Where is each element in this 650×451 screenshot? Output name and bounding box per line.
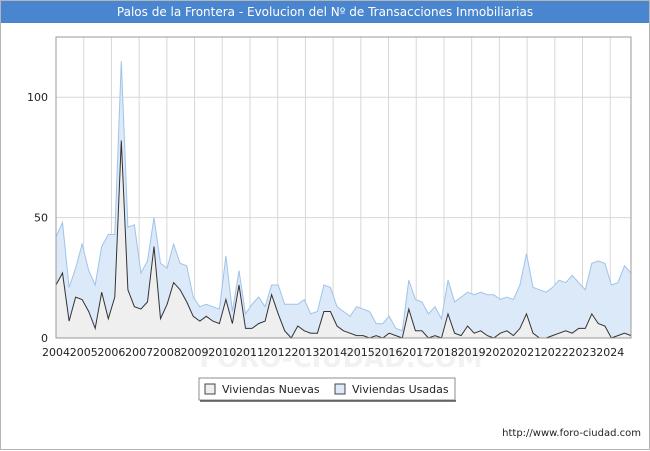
legend-label-nuevas: Viviendas Nuevas <box>222 383 320 396</box>
x-tick-label: 2004 <box>42 346 70 359</box>
source-credit: http://www.foro-ciudad.com <box>502 428 641 439</box>
x-tick-label: 2008 <box>153 346 181 359</box>
legend-label-usadas: Viviendas Usadas <box>352 383 449 396</box>
legend: Viviendas Nuevas Viviendas Usadas <box>198 377 456 402</box>
x-tick-label: 2024 <box>596 346 624 359</box>
y-tick-label: 0 <box>41 332 48 345</box>
x-tick-label: 2006 <box>97 346 125 359</box>
series-area-viviendas-usadas <box>56 61 631 338</box>
x-tick-label: 2020 <box>485 346 513 359</box>
x-tick-label: 2009 <box>181 346 209 359</box>
legend-swatch-nuevas <box>204 383 216 395</box>
x-tick-label: 2014 <box>319 346 347 359</box>
x-tick-label: 2019 <box>458 346 486 359</box>
x-tick-label: 2010 <box>208 346 236 359</box>
legend-swatch-usadas <box>334 383 346 395</box>
x-tick-label: 2016 <box>375 346 403 359</box>
x-tick-label: 2017 <box>402 346 430 359</box>
y-tick-label: 100 <box>27 91 48 104</box>
x-tick-label: 2012 <box>264 346 292 359</box>
x-tick-label: 2021 <box>513 346 541 359</box>
x-tick-label: 2005 <box>70 346 98 359</box>
chart-window: Palos de la Frontera - Evolucion del Nº … <box>0 0 650 450</box>
x-tick-label: 2013 <box>291 346 319 359</box>
area-layer <box>55 61 632 339</box>
y-tick-label: 50 <box>34 212 48 225</box>
x-tick-label: 2022 <box>541 346 569 359</box>
x-tick-label: 2011 <box>236 346 264 359</box>
x-tick-label: 2018 <box>430 346 458 359</box>
x-tick-label: 2015 <box>347 346 375 359</box>
x-tick-label: 2007 <box>125 346 153 359</box>
chart-canvas: FORO-CIUDAD.COM 2004 2005 2006 2007 2008 2009… <box>27 36 632 402</box>
x-tick-label: 2023 <box>569 346 597 359</box>
